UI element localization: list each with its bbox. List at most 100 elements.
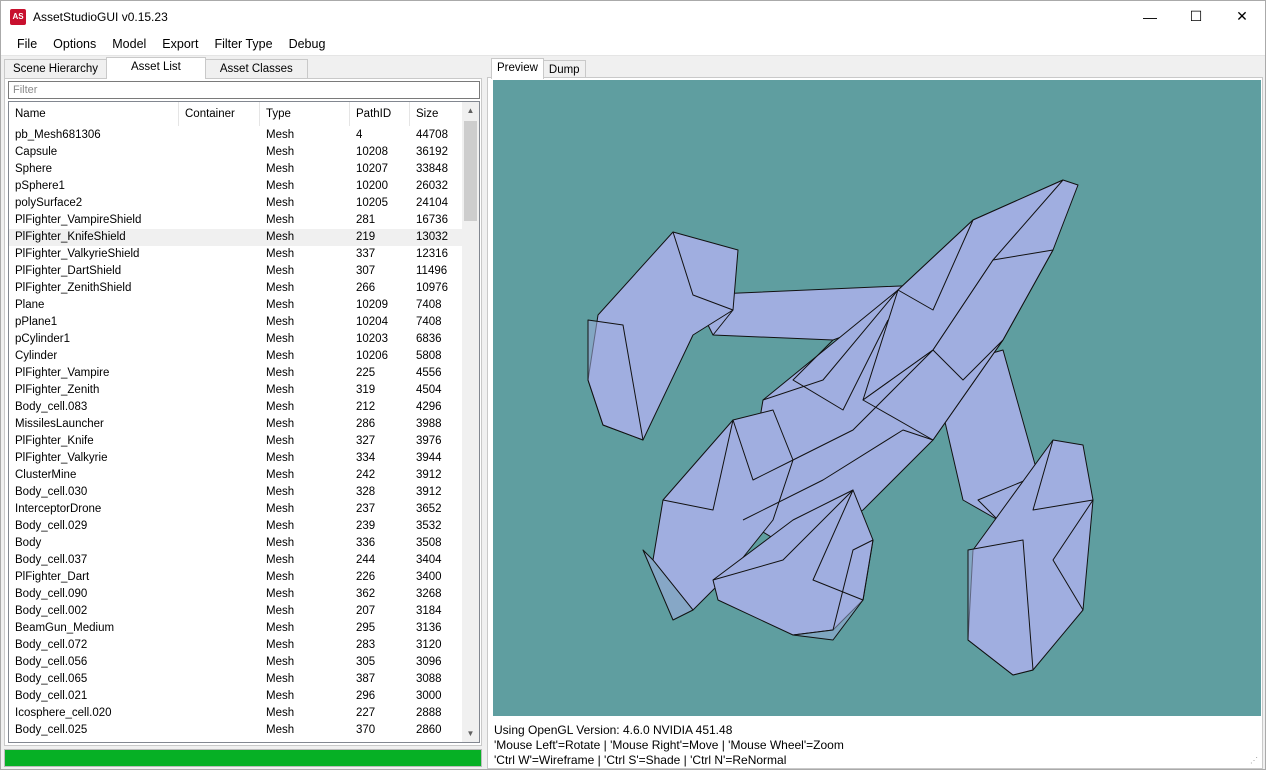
menu-filter-type[interactable]: Filter Type: [206, 33, 280, 55]
filter-input[interactable]: Filter: [8, 81, 480, 99]
list-item[interactable]: Body_cell.002 Mesh 207 3184: [9, 603, 463, 620]
window-title: AssetStudioGUI v0.15.23: [33, 9, 168, 24]
tab-asset-list[interactable]: Asset List: [106, 57, 206, 79]
list-item[interactable]: pSphere1 Mesh 10200 26032: [9, 178, 463, 195]
cell-container: [179, 654, 260, 671]
cell-pathid: 4: [356, 129, 363, 141]
cell-pathid: 10207: [356, 163, 388, 175]
cell-container: [179, 603, 260, 620]
scroll-down-icon[interactable]: ▼: [462, 725, 479, 742]
list-item[interactable]: Plane Mesh 10209 7408: [9, 297, 463, 314]
list-item[interactable]: InterceptorDrone Mesh 237 3652: [9, 501, 463, 518]
list-item[interactable]: Sphere Mesh 10207 33848: [9, 161, 463, 178]
cell-name: Body_cell.072: [15, 639, 88, 651]
cell-container: [179, 246, 260, 263]
cell-size: 36192: [416, 146, 448, 158]
cell-pathid: 387: [356, 673, 376, 685]
menu-model[interactable]: Model: [104, 33, 154, 55]
cell-type: Mesh: [266, 707, 295, 719]
scroll-up-icon[interactable]: ▲: [462, 102, 479, 119]
cell-container: [179, 688, 260, 705]
column-header-pathid[interactable]: PathID: [350, 102, 410, 126]
list-item[interactable]: PlFighter_VampireShield Mesh 281 16736: [9, 212, 463, 229]
list-item[interactable]: Body_cell.025 Mesh 370 2860: [9, 722, 463, 739]
tab-preview[interactable]: Preview: [491, 58, 544, 79]
cell-size: 13032: [416, 231, 448, 243]
list-item[interactable]: PlFighter_KnifeShield Mesh 219 13032: [9, 229, 463, 246]
maximize-button[interactable]: ☐: [1173, 1, 1219, 32]
close-button[interactable]: ✕: [1219, 1, 1265, 32]
list-item[interactable]: pPlane1 Mesh 10204 7408: [9, 314, 463, 331]
cell-container: [179, 212, 260, 229]
vertical-scrollbar[interactable]: ▲ ▼: [462, 102, 479, 742]
asset-list[interactable]: Name Container Type PathID Size pb_Mesh6…: [8, 101, 480, 743]
list-item[interactable]: Body Mesh 336 3508: [9, 535, 463, 552]
cell-container: [179, 552, 260, 569]
title-bar: AS AssetStudioGUI v0.15.23 — ☐ ✕: [1, 1, 1265, 32]
scrollbar-thumb[interactable]: [464, 121, 477, 221]
cell-size: 2860: [416, 724, 442, 736]
cell-name: BeamGun_Medium: [15, 622, 115, 634]
cell-container: [179, 297, 260, 314]
cell-container: [179, 399, 260, 416]
cell-container: [179, 620, 260, 637]
list-item[interactable]: Body_cell.037 Mesh 244 3404: [9, 552, 463, 569]
resize-grip-icon[interactable]: ⋰: [1250, 756, 1260, 766]
list-item[interactable]: Body_cell.065 Mesh 387 3088: [9, 671, 463, 688]
cell-name: Body_cell.065: [15, 673, 88, 685]
list-item[interactable]: pb_Mesh681306 Mesh 4 44708: [9, 127, 463, 144]
tab-asset-classes[interactable]: Asset Classes: [204, 59, 308, 79]
list-item[interactable]: Body_cell.083 Mesh 212 4296: [9, 399, 463, 416]
cell-pathid: 327: [356, 435, 376, 447]
column-header-size[interactable]: Size: [410, 102, 463, 126]
list-item[interactable]: PlFighter_DartShield Mesh 307 11496: [9, 263, 463, 280]
list-item[interactable]: Body_cell.072 Mesh 283 3120: [9, 637, 463, 654]
list-item[interactable]: PlFighter_Vampire Mesh 225 4556: [9, 365, 463, 382]
list-item[interactable]: MissilesLauncher Mesh 286 3988: [9, 416, 463, 433]
cell-pathid: 328: [356, 486, 376, 498]
list-item[interactable]: Body_cell.090 Mesh 362 3268: [9, 586, 463, 603]
cell-name: polySurface2: [15, 197, 83, 209]
cell-pathid: 226: [356, 571, 376, 583]
list-item[interactable]: PlFighter_ZenithShield Mesh 266 10976: [9, 280, 463, 297]
cell-name: Body_cell.029: [15, 520, 88, 532]
list-item[interactable]: Body_cell.029 Mesh 239 3532: [9, 518, 463, 535]
list-item[interactable]: Capsule Mesh 10208 36192: [9, 144, 463, 161]
list-item[interactable]: Icosphere_cell.020 Mesh 227 2888: [9, 705, 463, 722]
list-item[interactable]: Body_cell.056 Mesh 305 3096: [9, 654, 463, 671]
list-item[interactable]: PlFighter_Knife Mesh 327 3976: [9, 433, 463, 450]
menu-options[interactable]: Options: [45, 33, 104, 55]
list-item[interactable]: PlFighter_Dart Mesh 226 3400: [9, 569, 463, 586]
cell-type: Mesh: [266, 265, 295, 277]
menu-export[interactable]: Export: [154, 33, 206, 55]
column-header-type[interactable]: Type: [260, 102, 350, 126]
cell-type: Mesh: [266, 469, 295, 481]
tab-scene-hierarchy[interactable]: Scene Hierarchy: [4, 59, 108, 79]
cell-container: [179, 161, 260, 178]
column-header-name[interactable]: Name: [9, 102, 179, 126]
list-item[interactable]: PlFighter_Zenith Mesh 319 4504: [9, 382, 463, 399]
list-item[interactable]: PlFighter_Valkyrie Mesh 334 3944: [9, 450, 463, 467]
cell-name: Icosphere_cell.020: [15, 707, 112, 719]
cell-pathid: 296: [356, 690, 376, 702]
list-item[interactable]: pCylinder1 Mesh 10203 6836: [9, 331, 463, 348]
cell-type: Mesh: [266, 146, 295, 158]
cell-size: 3508: [416, 537, 442, 549]
list-item[interactable]: Body_cell.030 Mesh 328 3912: [9, 484, 463, 501]
menu-file[interactable]: File: [9, 33, 45, 55]
column-header-container[interactable]: Container: [179, 102, 260, 126]
list-item[interactable]: Cylinder Mesh 10206 5808: [9, 348, 463, 365]
menu-debug[interactable]: Debug: [281, 33, 334, 55]
cell-type: Mesh: [266, 282, 295, 294]
minimize-button[interactable]: —: [1127, 1, 1173, 32]
cell-pathid: 207: [356, 605, 376, 617]
status-line-keys: 'Ctrl W'=Wireframe | 'Ctrl S'=Shade | 'C…: [494, 753, 787, 767]
list-item[interactable]: BeamGun_Medium Mesh 295 3136: [9, 620, 463, 637]
cell-size: 3088: [416, 673, 442, 685]
list-item[interactable]: ClusterMine Mesh 242 3912: [9, 467, 463, 484]
opengl-viewport[interactable]: [493, 80, 1261, 716]
list-item[interactable]: Body_cell.021 Mesh 296 3000: [9, 688, 463, 705]
list-item[interactable]: PlFighter_ValkyrieShield Mesh 337 12316: [9, 246, 463, 263]
list-item[interactable]: polySurface2 Mesh 10205 24104: [9, 195, 463, 212]
cell-type: Mesh: [266, 486, 295, 498]
